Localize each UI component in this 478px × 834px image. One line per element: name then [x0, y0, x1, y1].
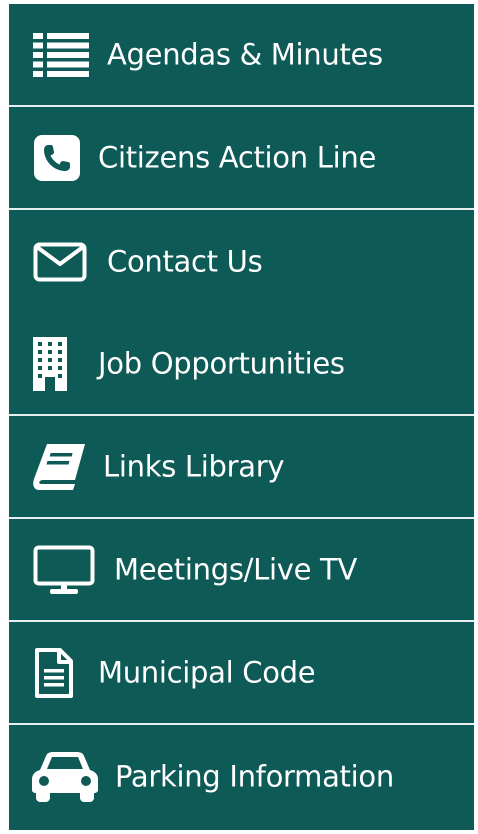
menu-item-job-opportunities[interactable]: Job Opportunities	[9, 313, 474, 416]
monitor-icon	[33, 545, 95, 594]
menu-item-links-library[interactable]: Links Library	[9, 416, 474, 519]
menu-item-label: Meetings/Live TV	[114, 552, 357, 586]
menu-item-parking-information[interactable]: Parking Information	[9, 725, 474, 828]
book-icon	[33, 443, 85, 490]
menu-item-label: Links Library	[103, 449, 285, 483]
document-icon	[35, 647, 73, 698]
menu-item-label: Contact Us	[107, 244, 263, 278]
menu-item-contact-us[interactable]: Contact Us	[9, 210, 474, 313]
menu-item-municipal-code[interactable]: Municipal Code	[9, 622, 474, 725]
menu-item-meetings-live-tv[interactable]: Meetings/Live TV	[9, 519, 474, 622]
car-icon	[32, 751, 98, 802]
phone-icon	[34, 134, 80, 181]
menu-item-label: Agendas & Minutes	[107, 37, 383, 71]
menu-item-citizens-action-line[interactable]: Citizens Action Line	[9, 107, 474, 210]
quick-links-menu: Agendas & Minutes Citizens Action Line C…	[9, 4, 474, 830]
building-icon	[33, 336, 67, 391]
menu-item-agendas-minutes[interactable]: Agendas & Minutes	[9, 4, 474, 107]
menu-item-label: Job Opportunities	[98, 346, 345, 380]
menu-item-label: Municipal Code	[98, 655, 316, 689]
menu-item-label: Parking Information	[115, 759, 394, 793]
menu-item-label: Citizens Action Line	[98, 140, 376, 174]
envelope-icon	[33, 242, 87, 281]
list-icon	[33, 32, 89, 77]
